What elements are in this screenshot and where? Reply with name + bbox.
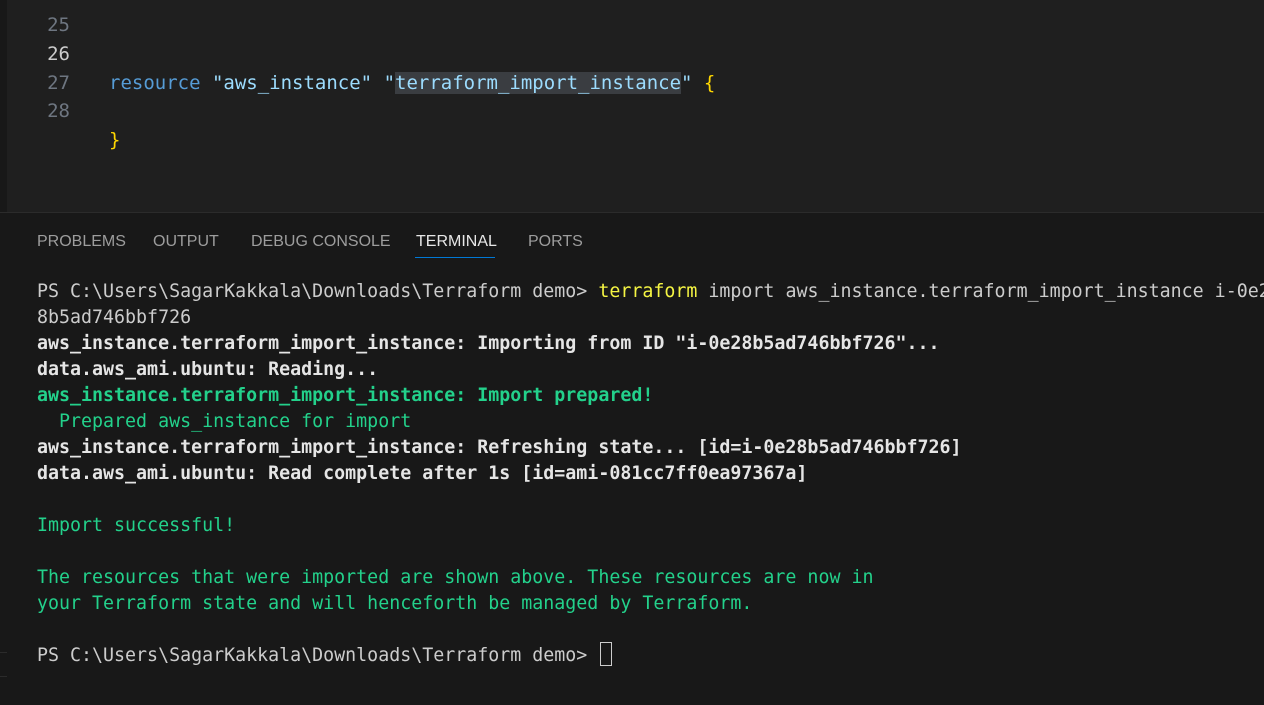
activity-edge [0,0,7,705]
terminal-prepared-detail: Prepared aws_instance for import [37,411,412,432]
tab-ports[interactable]: PORTS [528,232,583,252]
tab-problems[interactable]: PROBLEMS [37,232,126,252]
terminal-wrap-line: 8b5ad746bbf726 [37,307,192,328]
code-line-partial: 25 [7,0,1264,36]
code-line[interactable]: 26 resource "aws_instance" "terraform_im… [7,11,1264,94]
vscode-window: 25 26 resource "aws_instance" "terraform… [0,0,1264,705]
terminal-info-line-2: your Terraform state and will henceforth… [37,593,753,614]
panel-tabs: PROBLEMS OUTPUT DEBUG CONSOLE TERMINAL P… [7,213,1264,261]
code-line[interactable]: 28 } [7,68,1264,151]
command-name: terraform [598,281,698,302]
edge-divider [0,676,7,677]
code-editor[interactable]: 25 26 resource "aws_instance" "terraform… [7,0,1264,212]
terminal-importing-line: aws_instance.terraform_import_instance: … [37,333,940,354]
terminal-success-line: Import successful! [37,515,236,536]
terminal-prepared-line: aws_instance.terraform_import_instance: … [37,385,654,406]
code-line[interactable]: 27 [7,40,1264,94]
terminal-reading-line: data.aws_ami.ubuntu: Reading... [37,359,379,380]
edge-divider [0,212,7,213]
bottom-panel: PROBLEMS OUTPUT DEBUG CONSOLE TERMINAL P… [7,212,1264,705]
close-brace: } [109,129,121,151]
command-args: import aws_instance.terraform_import_ins… [697,281,1264,302]
tab-debug-console[interactable]: DEBUG CONSOLE [251,232,391,252]
active-tab-indicator [415,257,495,258]
terminal-output[interactable]: PS C:\Users\SagarKakkala\Downloads\Terra… [37,279,1264,699]
terminal-info-line-1: The resources that were imported are sho… [37,567,874,588]
line-number: 28 [47,100,70,122]
terminal-final-prompt-line[interactable]: PS C:\Users\SagarKakkala\Downloads\Terra… [37,642,613,669]
code-content[interactable]: } [109,126,120,155]
edge-divider [0,652,7,653]
terminal-refreshing-line: aws_instance.terraform_import_instance: … [37,437,962,458]
terminal-read-complete-line: data.aws_ami.ubuntu: Read complete after… [37,463,808,484]
terminal-command-line: PS C:\Users\SagarKakkala\Downloads\Terra… [37,279,1264,305]
tab-terminal[interactable]: TERMINAL [416,232,497,252]
final-prompt: PS C:\Users\SagarKakkala\Downloads\Terra… [37,645,599,666]
prompt: PS C:\Users\SagarKakkala\Downloads\Terra… [37,281,599,302]
terminal-cursor[interactable] [600,642,613,666]
tab-output[interactable]: OUTPUT [153,232,219,252]
